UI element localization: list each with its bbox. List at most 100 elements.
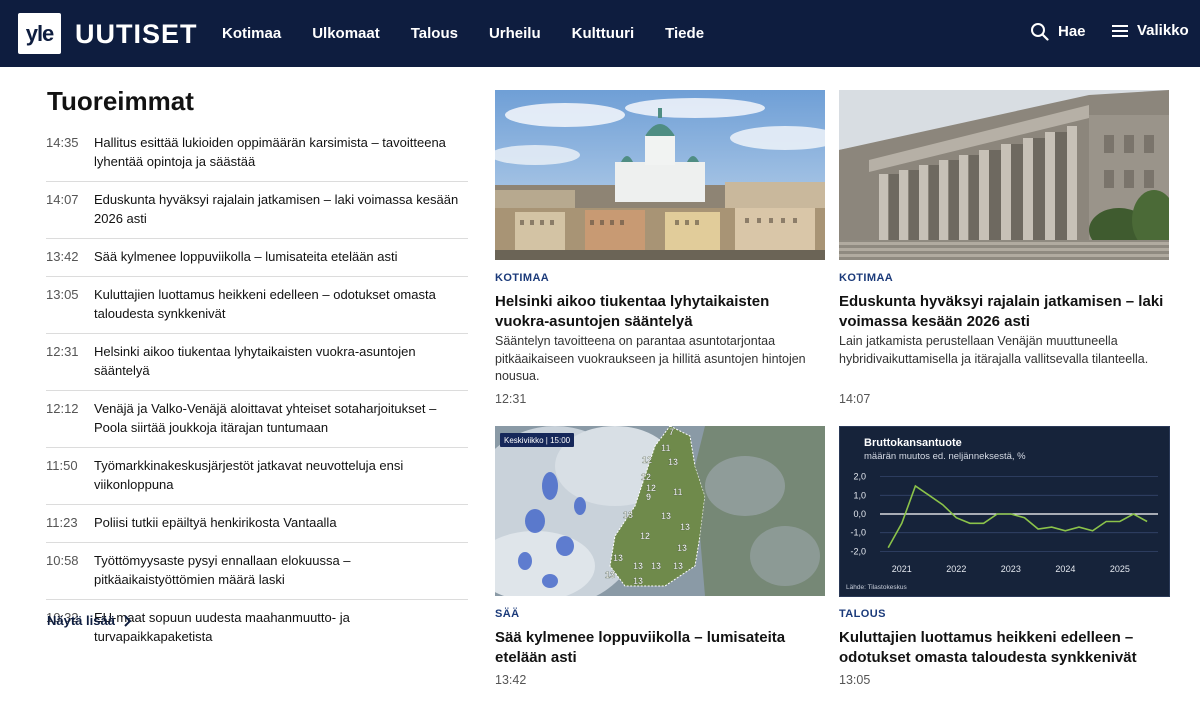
y-tick-label: -2,0 bbox=[850, 546, 866, 556]
y-tick-label: 1,0 bbox=[853, 490, 866, 500]
latest-news-item[interactable]: 12:31 Helsinki aikoo tiukentaa lyhytaikai… bbox=[46, 334, 468, 391]
map-temp: 12 bbox=[646, 483, 656, 493]
search-icon bbox=[1031, 23, 1049, 41]
card-headline[interactable]: Helsinki aikoo tiukentaa lyhytaikaisten … bbox=[495, 292, 825, 332]
x-tick-label: 2024 bbox=[1055, 564, 1075, 574]
parliament-house-image bbox=[839, 90, 1169, 260]
latest-news-item[interactable]: 10:58 Työttömyysaste pysyi ennallaan elok… bbox=[46, 543, 468, 600]
item-title: Työmarkkinakeskusjärjestöt jatkavat neuv… bbox=[94, 458, 404, 492]
item-time: 12:12 bbox=[46, 401, 79, 416]
map-temp: 13 bbox=[623, 510, 633, 520]
map-temp: 13 bbox=[651, 561, 661, 571]
weather-map-image: Keskiviikko | 15:00 7 11 12 13 12 9 11 1… bbox=[495, 426, 825, 596]
card-category: KOTIMAA bbox=[839, 272, 894, 284]
chevron-right-icon bbox=[124, 614, 131, 627]
card-headline[interactable]: Sää kylmenee loppuviikolla – lumisateita… bbox=[495, 628, 825, 668]
latest-news-item[interactable]: 10:32 EU-maat sopuun uudesta maahanmuutto… bbox=[46, 600, 468, 656]
latest-news-item[interactable]: 11:50 Työmarkkinakeskusjärjestöt jatkavat… bbox=[46, 448, 468, 505]
nav-item-kulttuuri[interactable]: Kulttuuri bbox=[572, 24, 634, 44]
latest-news-list: 14:35 Hallitus esittää lukioiden oppimäär… bbox=[46, 125, 468, 656]
item-time: 12:31 bbox=[46, 344, 79, 359]
y-tick-label: -1,0 bbox=[850, 528, 866, 538]
nav-item-kotimaa[interactable]: Kotimaa bbox=[222, 24, 281, 44]
item-title: Sää kylmenee loppuviikolla – lumisateita… bbox=[94, 249, 398, 264]
item-title: Kuluttajien luottamus heikkeni edelleen … bbox=[94, 287, 436, 321]
map-temp: 7 bbox=[669, 427, 674, 437]
map-temp: 11 bbox=[673, 487, 683, 497]
x-tick-label: 2025 bbox=[1110, 564, 1130, 574]
nav-item-urheilu[interactable]: Urheilu bbox=[489, 24, 541, 44]
map-temp: 12 bbox=[641, 472, 651, 482]
item-time: 13:42 bbox=[46, 249, 79, 264]
map-temp: 12 bbox=[642, 455, 652, 465]
nav-item-tiede[interactable]: Tiede bbox=[665, 24, 704, 44]
card-time: 12:31 bbox=[495, 392, 527, 406]
item-time: 11:50 bbox=[46, 458, 78, 473]
chart-source: Lähde: Tilastokeskus bbox=[846, 584, 907, 591]
card-headline[interactable]: Eduskunta hyväksyi rajalain jatkamisen –… bbox=[839, 292, 1169, 332]
map-temp: 13 bbox=[605, 570, 615, 580]
item-title: Poliisi tutkii epäiltyä henkirikosta Van… bbox=[94, 515, 337, 530]
map-temp: 13 bbox=[633, 561, 643, 571]
item-time: 11:23 bbox=[46, 515, 78, 530]
chart-plot: 2,0 1,0 0,0 -1,0 -2,0 2021 2022 2023 2024 2025 bbox=[850, 472, 1158, 574]
x-tick-label: 2021 bbox=[892, 564, 912, 574]
latest-news-item[interactable]: 11:23 Poliisi tutkii epäiltyä henkirikost… bbox=[46, 505, 468, 543]
hamburger-icon bbox=[1112, 24, 1128, 37]
map-temp: 13 bbox=[661, 511, 671, 521]
item-time: 13:05 bbox=[46, 287, 79, 302]
card-lead: Lain jatkamista perustellaan Venäjän muu… bbox=[839, 334, 1149, 366]
latest-news-item[interactable]: 13:05 Kuluttajien luottamus heikkeni edel… bbox=[46, 277, 468, 334]
main-nav: Kotimaa Ulkomaat Talous Urheilu Kulttuur… bbox=[222, 24, 735, 44]
yle-logo[interactable]: yle bbox=[18, 13, 61, 54]
item-title: Hallitus esittää lukioiden oppimäärän ka… bbox=[94, 135, 446, 169]
helsinki-cathedral-image bbox=[495, 90, 825, 260]
item-time: 14:35 bbox=[46, 135, 79, 150]
map-temp: 9 bbox=[646, 492, 651, 502]
nav-item-ulkomaat[interactable]: Ulkomaat bbox=[312, 24, 380, 44]
latest-news-heading: Tuoreimmat bbox=[47, 86, 194, 116]
map-temp: 13 bbox=[677, 543, 687, 553]
map-temp: 13 bbox=[673, 561, 683, 571]
show-more-label: Näytä lisää bbox=[47, 613, 115, 628]
show-more-link[interactable]: Näytä lisää bbox=[47, 613, 131, 628]
nav-item-talous[interactable]: Talous bbox=[411, 24, 458, 44]
gdp-chart-image: Bruttokansantuote määrän muutos ed. nelj… bbox=[839, 426, 1170, 597]
latest-news-item[interactable]: 14:07 Eduskunta hyväksyi rajalain jatkami… bbox=[46, 182, 468, 239]
map-temp: 13 bbox=[633, 576, 643, 586]
y-tick-label: 2,0 bbox=[853, 472, 866, 482]
item-time: 10:58 bbox=[46, 553, 79, 568]
x-tick-label: 2022 bbox=[946, 564, 966, 574]
map-temp: 11 bbox=[661, 443, 671, 453]
map-temp: 13 bbox=[668, 457, 678, 467]
item-title: Helsinki aikoo tiukentaa lyhytaikaisten … bbox=[94, 344, 416, 378]
card-time: 13:05 bbox=[839, 673, 871, 687]
latest-news-item[interactable]: 13:42 Sää kylmenee loppuviikolla – lumisa… bbox=[46, 239, 468, 277]
y-tick-label: 0,0 bbox=[853, 509, 866, 519]
card-headline[interactable]: Kuluttajien luottamus heikkeni edelleen … bbox=[839, 628, 1169, 668]
latest-news-item[interactable]: 12:12 Venäjä ja Valko-Venäjä aloittavat y… bbox=[46, 391, 468, 448]
card-category: SÄÄ bbox=[495, 608, 520, 620]
x-tick-label: 2023 bbox=[1001, 564, 1021, 574]
item-time: 14:07 bbox=[46, 192, 79, 207]
brand-title[interactable]: UUTISET bbox=[75, 18, 198, 50]
search-button[interactable]: Hae bbox=[1030, 22, 1086, 41]
gdp-chart: Bruttokansantuote määrän muutos ed. nelj… bbox=[839, 426, 1170, 597]
weather-map-badge: Keskiviikko | 15:00 bbox=[504, 436, 571, 445]
card-lead: Sääntelyn tavoitteena on parantaa asunto… bbox=[495, 334, 806, 383]
item-title: Eduskunta hyväksyi rajalain jatkamisen –… bbox=[94, 192, 459, 226]
item-title: Työttömyysaste pysyi ennallaan elokuussa… bbox=[94, 553, 351, 587]
card-time: 13:42 bbox=[495, 673, 527, 687]
item-title: Venäjä ja Valko-Venäjä aloittavat yhteis… bbox=[94, 401, 437, 435]
map-temp: 12 bbox=[640, 531, 650, 541]
latest-news-item[interactable]: 14:35 Hallitus esittää lukioiden oppimäär… bbox=[46, 125, 468, 182]
item-title: EU-maat sopuun uudesta maahanmuutto- ja … bbox=[94, 610, 350, 644]
top-navigation-bar: yle UUTISET Kotimaa Ulkomaat Talous Urhe… bbox=[0, 0, 1200, 67]
menu-button[interactable]: Valikko bbox=[1112, 22, 1189, 39]
logo-text: yle bbox=[25, 20, 55, 46]
search-label: Hae bbox=[1058, 23, 1086, 40]
menu-label: Valikko bbox=[1137, 22, 1189, 39]
card-time: 14:07 bbox=[839, 392, 871, 406]
map-temp: 13 bbox=[680, 522, 690, 532]
map-temp: 13 bbox=[613, 553, 623, 563]
